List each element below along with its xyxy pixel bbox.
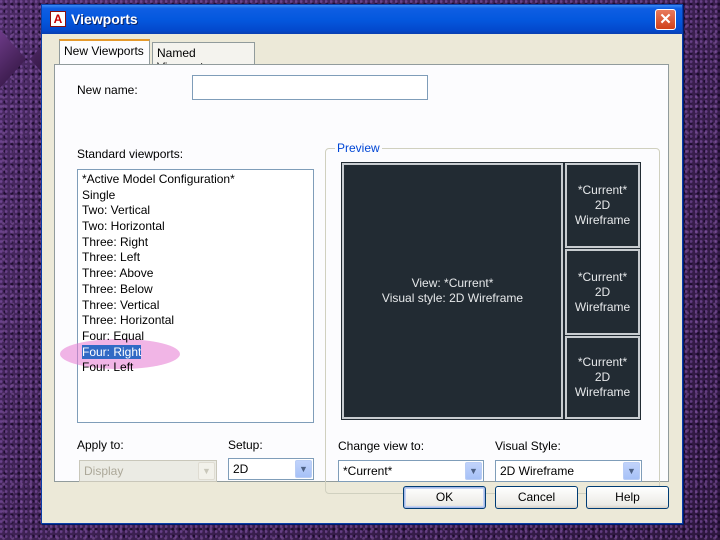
list-item[interactable]: Three: Above: [78, 266, 313, 282]
list-item[interactable]: Three: Left: [78, 250, 313, 266]
desktop-decoration: [0, 30, 26, 88]
list-item[interactable]: *Active Model Configuration*: [78, 172, 313, 188]
new-name-input[interactable]: [192, 75, 428, 100]
side-viewport-view: *Current*: [577, 269, 628, 284]
setup-value: 2D: [233, 462, 249, 476]
visual-style-label: Visual Style:: [495, 439, 561, 453]
visual-style-value: 2D Wireframe: [500, 464, 575, 478]
main-viewport-style: Visual style: 2D Wireframe: [381, 291, 524, 305]
viewports-dialog: A Viewports ✕ New Viewports Named Viewpo…: [41, 4, 683, 524]
list-item-selected[interactable]: Four: Right: [60, 338, 313, 369]
change-view-label: Change view to:: [338, 439, 425, 453]
change-view-value: *Current*: [343, 464, 393, 478]
apply-to-label: Apply to:: [77, 438, 124, 452]
preview-side-viewport-bottom[interactable]: *Current* 2D Wireframe: [565, 336, 640, 419]
preview-side-viewport-middle[interactable]: *Current* 2D Wireframe: [565, 249, 640, 335]
autocad-app-icon: A: [50, 11, 66, 27]
change-view-dropdown[interactable]: *Current* ▼: [338, 460, 484, 482]
tab-new-viewports[interactable]: New Viewports: [59, 39, 150, 64]
chevron-down-icon[interactable]: ▼: [465, 462, 482, 480]
apply-to-dropdown[interactable]: Display ▼: [79, 460, 217, 482]
chevron-down-icon[interactable]: ▼: [295, 460, 312, 478]
preview-side-viewport-top[interactable]: *Current* 2D Wireframe: [565, 163, 640, 248]
side-viewport-view: *Current*: [577, 355, 628, 369]
tab-panel-new-viewports: New name: Standard viewports: *Active Mo…: [54, 64, 669, 494]
ok-button[interactable]: OK: [403, 486, 486, 509]
list-item[interactable]: Two: Horizontal: [78, 219, 313, 235]
chevron-down-icon[interactable]: ▼: [623, 462, 640, 480]
list-item[interactable]: Two: Vertical: [78, 203, 313, 219]
standard-viewports-label: Standard viewports:: [77, 147, 184, 161]
viewport-list-items: *Active Model Configuration* Single Two:…: [60, 170, 313, 376]
preview-canvas: View: *Current* Visual style: 2D Wirefra…: [341, 162, 641, 420]
new-name-label: New name:: [77, 83, 138, 97]
side-viewport-style: 2D Wireframe: [574, 370, 631, 399]
preview-group: Preview View: *Current* Visual style: 2D…: [325, 141, 660, 494]
main-viewport-view: View: *Current*: [411, 276, 494, 290]
list-item[interactable]: Four: Left: [78, 360, 313, 376]
list-item[interactable]: Four: Equal: [78, 329, 313, 345]
tab-named-viewports[interactable]: Named Viewports: [152, 42, 255, 74]
dialog-body: New Viewports Named Viewports New name: …: [42, 34, 682, 523]
side-viewport-style: 2D Wireframe: [574, 284, 631, 314]
visual-style-dropdown[interactable]: 2D Wireframe ▼: [495, 460, 642, 482]
title-bar[interactable]: A Viewports ✕: [42, 5, 682, 34]
list-item[interactable]: Single: [78, 188, 313, 204]
list-item[interactable]: Three: Right: [78, 235, 313, 251]
list-item[interactable]: Three: Below: [78, 282, 313, 298]
standard-viewports-list[interactable]: *Active Model Configuration* Single Two:…: [60, 169, 314, 423]
list-item[interactable]: Three: Vertical: [78, 298, 313, 314]
preview-main-viewport[interactable]: View: *Current* Visual style: 2D Wirefra…: [342, 163, 563, 419]
side-viewport-view: *Current*: [577, 183, 628, 197]
side-viewport-style: 2D Wireframe: [574, 198, 631, 227]
preview-label: Preview: [335, 141, 382, 155]
dialog-title: Viewports: [71, 11, 138, 27]
list-item[interactable]: Three: Horizontal: [78, 313, 313, 329]
close-button[interactable]: ✕: [655, 9, 676, 30]
setup-dropdown[interactable]: 2D ▼: [228, 458, 314, 480]
setup-label: Setup:: [228, 438, 263, 452]
chevron-down-icon: ▼: [198, 462, 215, 480]
cancel-button[interactable]: Cancel: [495, 486, 578, 509]
help-button[interactable]: Help: [586, 486, 669, 509]
apply-to-value: Display: [84, 464, 124, 478]
